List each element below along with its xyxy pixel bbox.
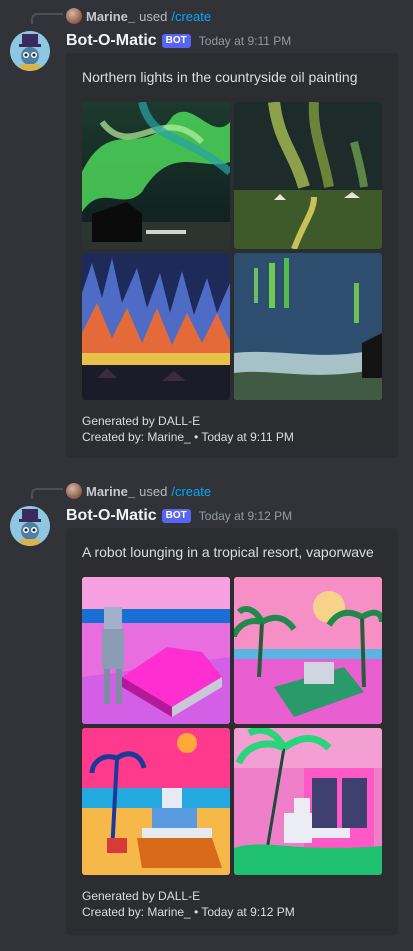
reply-context[interactable]: Marine_ used /create: [66, 482, 211, 500]
message-header: Bot-O-Matic BOT Today at 9:12 PM: [66, 505, 292, 527]
bot-avatar[interactable]: [10, 31, 50, 71]
reply-context[interactable]: Marine_ used /create: [66, 7, 211, 25]
reply-used-text: used: [139, 483, 168, 499]
bot-name[interactable]: Bot-O-Matic: [66, 507, 157, 525]
generated-image-4[interactable]: [234, 253, 382, 400]
generated-image-1[interactable]: [82, 577, 230, 724]
reply-username[interactable]: Marine_: [86, 9, 135, 24]
generated-image-1[interactable]: [82, 102, 230, 249]
bot-name[interactable]: Bot-O-Matic: [66, 32, 157, 50]
reply-user-avatar[interactable]: [66, 8, 82, 24]
bot-tag-badge: BOT: [161, 509, 191, 523]
reply-command[interactable]: /create: [171, 484, 211, 499]
reply-user-avatar[interactable]: [66, 483, 82, 499]
reply-username[interactable]: Marine_: [86, 484, 135, 499]
embed-card: A robot lounging in a tropical resort, v…: [66, 528, 398, 935]
embed-footer-generator: Generated by DALL-E: [82, 889, 201, 903]
generated-image-3[interactable]: [82, 728, 230, 875]
reply-command[interactable]: /create: [171, 9, 211, 24]
embed-footer-generator: Generated by DALL-E: [82, 414, 201, 428]
reply-connector: [31, 13, 63, 24]
reply-used-text: used: [139, 8, 168, 24]
message-timestamp[interactable]: Today at 9:11 PM: [199, 34, 292, 48]
embed-card: Northern lights in the countryside oil p…: [66, 53, 398, 458]
generated-image-3[interactable]: [82, 253, 230, 400]
bot-avatar[interactable]: [10, 506, 50, 546]
embed-footer-creator: Created by: Marine_ • Today at 9:12 PM: [82, 905, 295, 919]
message-header: Bot-O-Matic BOT Today at 9:11 PM: [66, 30, 291, 52]
generated-image-2[interactable]: [234, 577, 382, 724]
embed-prompt: A robot lounging in a tropical resort, v…: [82, 544, 374, 560]
embed-prompt: Northern lights in the countryside oil p…: [82, 69, 358, 85]
embed-footer-creator: Created by: Marine_ • Today at 9:11 PM: [82, 430, 294, 444]
generated-image-2[interactable]: [234, 102, 382, 249]
bot-tag-badge: BOT: [161, 34, 191, 48]
reply-connector: [31, 488, 63, 499]
generated-image-4[interactable]: [234, 728, 382, 875]
message-timestamp[interactable]: Today at 9:12 PM: [199, 509, 292, 523]
